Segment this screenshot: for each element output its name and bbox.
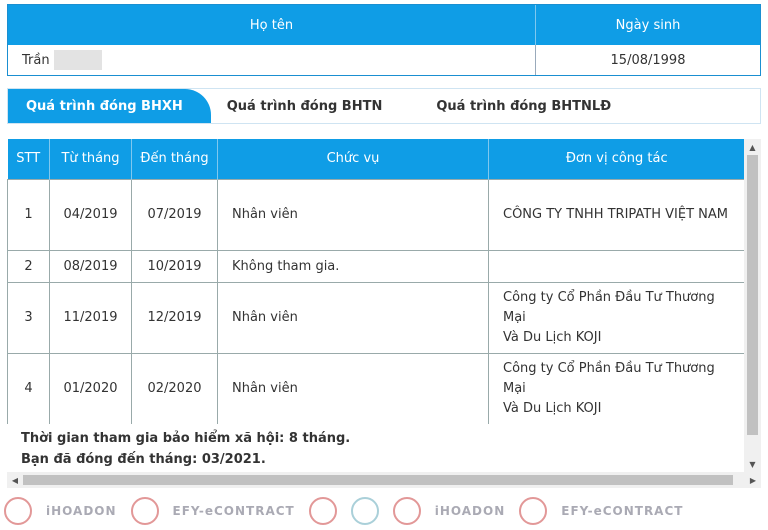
paid-until-text: Bạn đã đóng đến tháng: 03/2021. <box>21 452 266 467</box>
workplace-line: Và Du Lịch KOJI <box>503 400 602 416</box>
from-month-cell: 11/2019 <box>49 281 132 354</box>
stt-cell: 4 <box>7 352 50 425</box>
efy-logo-icon <box>308 497 337 525</box>
stt-cell: 2 <box>7 249 50 283</box>
column-header-position: Chức vụ <box>217 139 489 179</box>
to-month-cell: 10/2019 <box>131 249 218 283</box>
stt-cell: 1 <box>7 178 50 251</box>
column-header-from-month: Từ tháng <box>49 139 132 179</box>
from-month-cell: 01/2020 <box>49 352 132 425</box>
table-row: 2 08/2019 10/2019 Không tham gia. <box>7 249 745 283</box>
workplace-line: CÔNG TY TNHH TRIPATH VIỆT NAM <box>503 206 728 222</box>
watermark-text: EFY-eCONTRACT <box>172 504 295 518</box>
from-month-cell: 04/2019 <box>49 178 132 251</box>
column-header-workplace: Đơn vị công tác <box>488 139 745 179</box>
from-month-cell: 08/2019 <box>49 249 132 283</box>
scroll-down-arrow-icon[interactable]: ▼ <box>744 456 761 472</box>
person-name: Trần <box>22 52 50 68</box>
total-participation-text: Thời gian tham gia bảo hiểm xã hội: 8 th… <box>21 431 351 446</box>
position-cell: Nhân viên <box>217 352 489 425</box>
scroll-left-arrow-icon[interactable]: ◀ <box>7 472 23 488</box>
position-cell: Không tham gia. <box>217 249 489 283</box>
watermark-text: iHOADON <box>434 504 506 518</box>
watermark-text: iHOADON <box>46 504 117 518</box>
efy-logo-icon <box>519 497 548 525</box>
tab-bhtn[interactable]: Quá trình đóng BHTN <box>211 89 399 123</box>
workplace-cell: Công ty Cổ Phần Đầu Tư Thương Mại Và Du … <box>488 352 745 425</box>
watermark-strip: iHOADON EFY-eCONTRACT iHOADON EFY-eCONTR… <box>0 492 768 530</box>
dob-column-header: Ngày sinh <box>615 17 681 33</box>
to-month-cell: 07/2019 <box>131 178 218 251</box>
to-month-cell: 02/2020 <box>131 352 218 425</box>
table-row: 4 01/2020 02/2020 Nhân viên Công ty Cổ P… <box>7 352 745 425</box>
workplace-line: Công ty Cổ Phần Đầu Tư Thương Mại <box>503 289 715 325</box>
position-cell: Nhân viên <box>217 281 489 354</box>
workplace-cell: CÔNG TY TNHH TRIPATH VIỆT NAM <box>488 178 745 251</box>
column-header-stt: STT <box>7 139 50 179</box>
table-row: 3 11/2019 12/2019 Nhân viên Công ty Cổ P… <box>7 281 745 354</box>
column-header-to-month: Đến tháng <box>131 139 218 179</box>
efy-logo-icon <box>4 497 32 525</box>
workplace-line: Công ty Cổ Phần Đầu Tư Thương Mại <box>503 360 715 396</box>
stt-cell: 3 <box>7 281 50 354</box>
person-name-cell: Trần <box>8 45 536 75</box>
horizontal-scroll-thumb[interactable] <box>23 475 733 485</box>
person-info-row: Trần 15/08/1998 <box>8 45 760 75</box>
person-info-header: Họ tên Ngày sinh <box>8 5 760 45</box>
tab-bhtnld[interactable]: Quá trình đóng BHTNLĐ <box>398 89 627 123</box>
horizontal-scrollbar[interactable]: ◀ ▶ <box>7 472 761 488</box>
efy-logo-icon <box>130 497 159 525</box>
position-cell: Nhân viên <box>217 178 489 251</box>
person-dob: 15/08/1998 <box>610 52 686 68</box>
table-row: 1 04/2019 07/2019 Nhân viên CÔNG TY TNHH… <box>7 178 745 251</box>
table-header-row: STT Từ tháng Đến tháng Chức vụ Đơn vị cô… <box>7 139 745 179</box>
checkmark-logo-icon <box>350 497 379 525</box>
redacted-name-block <box>53 50 102 70</box>
name-column-header: Họ tên <box>8 5 536 45</box>
tab-bhxh[interactable]: Quá trình đóng BHXH <box>8 89 211 123</box>
scroll-up-arrow-icon[interactable]: ▲ <box>744 139 761 155</box>
insurance-tabs: Quá trình đóng BHXH Quá trình đóng BHTN … <box>7 88 761 124</box>
workplace-cell <box>488 249 745 283</box>
to-month-cell: 12/2019 <box>131 281 218 354</box>
person-info-table: Họ tên Ngày sinh Trần 15/08/1998 <box>7 4 761 76</box>
scroll-right-arrow-icon[interactable]: ▶ <box>745 472 761 488</box>
workplace-line: Và Du Lịch KOJI <box>503 329 602 345</box>
vertical-scroll-thumb[interactable] <box>747 155 758 435</box>
vertical-scrollbar[interactable]: ▲ ▼ <box>744 139 761 472</box>
insurance-summary: Thời gian tham gia bảo hiểm xã hội: 8 th… <box>7 424 744 474</box>
workplace-cell: Công ty Cổ Phần Đầu Tư Thương Mại Và Du … <box>488 281 745 354</box>
efy-logo-icon <box>392 497 421 525</box>
watermark-text: EFY-eCONTRACT <box>561 504 684 518</box>
